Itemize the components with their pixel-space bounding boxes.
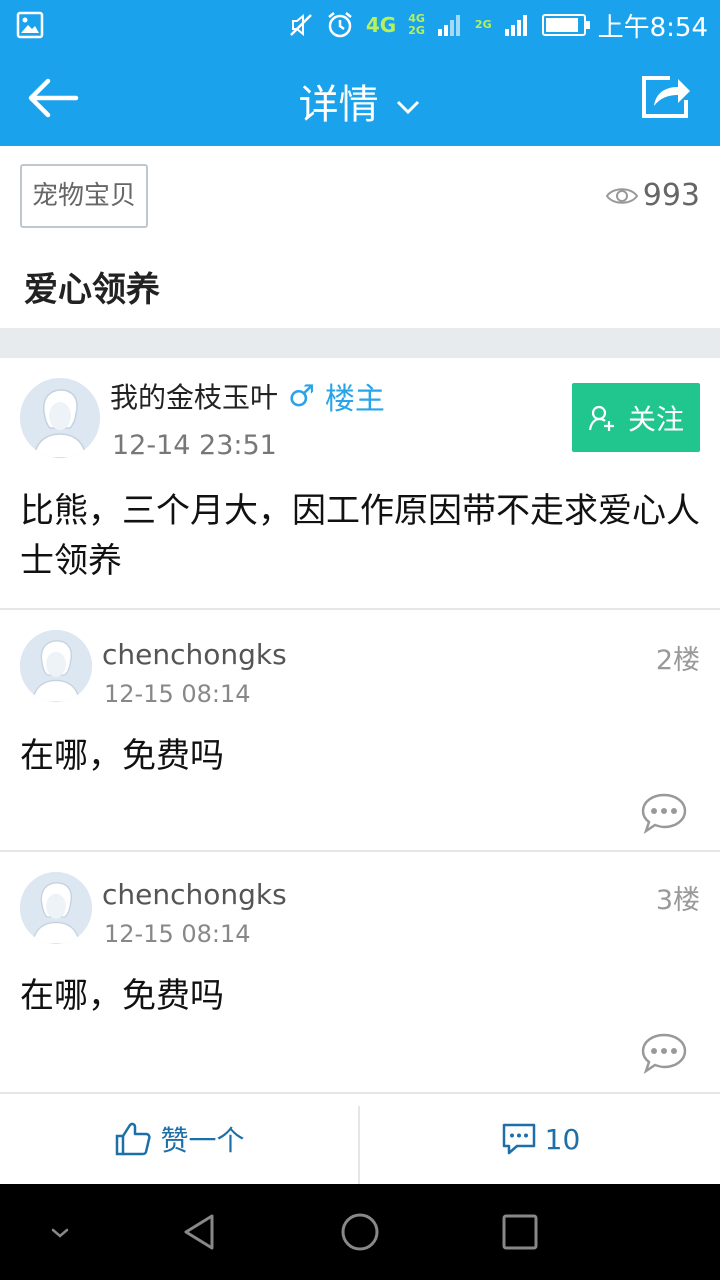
network-type-stack: 4G 2G bbox=[408, 13, 425, 37]
section-separator bbox=[0, 328, 720, 358]
clock: 上午8:54 bbox=[597, 12, 708, 43]
mute-icon bbox=[290, 13, 312, 37]
reply-author-name[interactable]: chenchongks bbox=[102, 638, 287, 671]
avatar[interactable] bbox=[20, 872, 92, 944]
page-title-dropdown[interactable]: 详情 bbox=[0, 72, 720, 130]
share-icon[interactable] bbox=[640, 74, 692, 120]
eye-icon bbox=[605, 187, 638, 204]
male-gender-icon: ♂ bbox=[288, 378, 315, 414]
avatar[interactable] bbox=[20, 378, 100, 458]
battery-level-fill bbox=[545, 18, 578, 32]
comment-count: 10 bbox=[544, 1122, 581, 1156]
reply-floor: 2楼 bbox=[655, 645, 700, 676]
app-header: 详情 bbox=[0, 50, 720, 146]
status-bar: 4G 4G 2G 2G 上午8:54 bbox=[0, 0, 720, 50]
action-divider bbox=[358, 1106, 360, 1184]
back-triangle-icon[interactable] bbox=[180, 1212, 220, 1252]
follow-button-label: 关注 bbox=[627, 402, 684, 436]
hide-keyboard-chevron-icon[interactable] bbox=[40, 1212, 80, 1252]
divider bbox=[0, 608, 720, 610]
image-notification-icon bbox=[16, 11, 44, 39]
network-type-bottom: 2G bbox=[408, 24, 425, 37]
reply-floor: 3楼 bbox=[655, 885, 700, 916]
reply-comment-icon[interactable] bbox=[640, 1032, 688, 1074]
post-title: 爱心领养 bbox=[24, 270, 160, 310]
comment-icon bbox=[502, 1123, 535, 1155]
secondary-network-text: 2G bbox=[474, 18, 492, 31]
bottom-action-bar: 赞一个 10 bbox=[0, 1092, 720, 1184]
avatar-placeholder-icon bbox=[20, 378, 100, 458]
divider bbox=[0, 850, 720, 852]
reply-body: 在哪，免费吗 bbox=[20, 736, 224, 776]
chevron-down-icon bbox=[397, 100, 420, 115]
like-button[interactable]: 赞一个 bbox=[0, 1094, 359, 1184]
alarm-icon bbox=[328, 12, 352, 38]
secondary-network-label: 2G bbox=[475, 19, 492, 31]
view-count: 993 bbox=[605, 178, 700, 213]
recent-apps-square-icon[interactable] bbox=[500, 1212, 540, 1252]
network-type-label: 4G bbox=[365, 13, 397, 37]
signal-icon bbox=[437, 15, 460, 36]
follow-button[interactable]: 关注 bbox=[572, 383, 700, 452]
reply-author-name[interactable]: chenchongks bbox=[102, 878, 287, 911]
thumbs-up-icon bbox=[116, 1122, 152, 1156]
author-row: 我的金枝玉叶 ♂ 楼主 bbox=[110, 374, 385, 418]
battery-icon bbox=[541, 14, 590, 36]
comment-button[interactable]: 10 bbox=[361, 1094, 720, 1184]
author-name[interactable]: 我的金枝玉叶 bbox=[110, 376, 278, 416]
add-user-icon bbox=[588, 405, 614, 431]
avatar[interactable] bbox=[20, 630, 92, 702]
owner-badge: 楼主 bbox=[324, 382, 385, 417]
avatar-placeholder-icon bbox=[20, 872, 92, 944]
like-button-label: 赞一个 bbox=[160, 1124, 245, 1157]
avatar-placeholder-icon bbox=[20, 630, 92, 702]
reply-comment-icon[interactable] bbox=[640, 792, 688, 834]
system-navigation-bar bbox=[0, 1184, 720, 1280]
post-meta-row: 宠物宝贝 993 bbox=[0, 146, 720, 242]
category-tag[interactable]: 宠物宝贝 bbox=[20, 164, 149, 228]
reply-body: 在哪，免费吗 bbox=[20, 976, 224, 1016]
post-date: 12-14 23:51 bbox=[112, 430, 277, 461]
page-title: 详情 bbox=[298, 82, 379, 128]
reply-date: 12-15 08:14 bbox=[104, 920, 251, 948]
signal-icon-secondary bbox=[504, 15, 527, 36]
reply-date: 12-15 08:14 bbox=[104, 680, 251, 708]
home-circle-icon[interactable] bbox=[340, 1212, 380, 1252]
view-count-value: 993 bbox=[642, 178, 700, 213]
post-body: 比熊，三个月大，因工作原因带不走求爱心人士领养 bbox=[20, 491, 700, 581]
